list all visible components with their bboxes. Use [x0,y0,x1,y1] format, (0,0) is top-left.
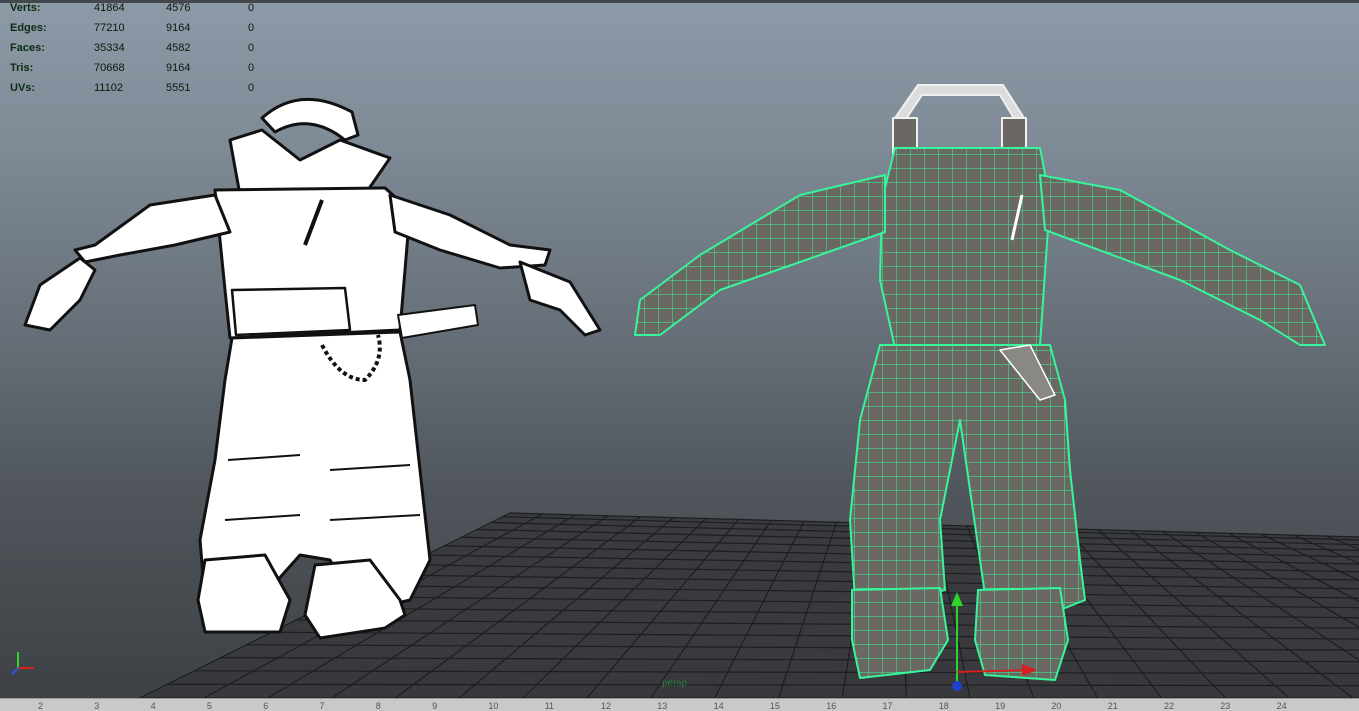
hud-row-verts: Verts: 41864 4576 0 [8,2,268,22]
hud-row-edges: Edges: 77210 9164 0 [8,22,268,42]
xyz-axis-icon [11,652,34,675]
ruler-tick-label: 23 [1220,701,1231,711]
hud-value-selected: 0 [248,42,255,54]
hud-row-tris: Tris: 70668 9164 0 [8,62,268,82]
hud-value-object: 9164 [166,22,191,34]
ruler-tick-label: 4 [150,701,156,711]
hud-value-selected: 0 [248,22,255,34]
hud-value-scene: 77210 [94,22,125,34]
hud-value-object: 4576 [166,2,191,14]
ruler-tick-label: 3 [94,701,100,711]
ruler-tick-label: 10 [488,701,499,711]
ruler-tick-label: 9 [432,701,438,711]
ruler-tick-label: 21 [1107,701,1118,711]
ruler-tick-label: 11 [544,701,555,711]
ruler-tick-label: 15 [769,701,780,711]
hud-label: Tris: [10,62,34,74]
hud-value-object: 9164 [166,62,191,74]
hud-value-scene: 41864 [94,2,125,14]
hud-row-faces: Faces: 35334 4582 0 [8,42,268,62]
ruler-tick-label: 16 [826,701,837,711]
hud-value-scene: 11102 [94,82,123,94]
ruler-tick-label: 17 [882,701,893,711]
ruler-tick-label: 18 [938,701,949,711]
ruler-tick-label: 14 [713,701,724,711]
ruler-tick-label: 6 [263,701,269,711]
ruler-tick-label: 24 [1276,701,1287,711]
hud-label: Faces: [10,42,45,54]
poly-count-hud: Verts: 41864 4576 0 Edges: 77210 9164 0 … [8,2,268,102]
hud-value-scene: 70668 [94,62,125,74]
hud-value-object: 5551 [166,82,191,94]
hud-value-object: 4582 [166,42,191,54]
ruler-tick-label: 19 [995,701,1006,711]
ruler-tick-label: 2 [38,701,44,711]
ruler-tick-label: 20 [1051,701,1062,711]
ruler-tick-label: 5 [206,701,212,711]
ruler-tick-label: 13 [657,701,668,711]
hud-value-selected: 0 [248,62,255,74]
camera-name-label: persp [662,678,688,689]
hud-value-scene: 35334 [94,42,125,54]
hud-label: UVs: [10,82,36,94]
ruler-tick-label: 7 [319,701,325,711]
hud-label: Edges: [10,22,47,34]
hud-value-selected: 0 [248,82,255,94]
time-slider-ruler[interactable]: 2 3 4 5 6 7 8 9 10 11 12 13 14 15 16 17 18 19 20 21 22 23 24 [0,698,1359,711]
hud-value-selected: 0 [248,2,255,14]
scene-canvas[interactable] [0,0,1359,698]
perspective-viewport[interactable]: Verts: 41864 4576 0 Edges: 77210 9164 0 … [0,0,1359,698]
ruler-tick-label: 8 [375,701,381,711]
ruler-tick-label: 22 [1164,701,1175,711]
hud-label: Verts: [10,2,41,14]
ruler-tick-label: 12 [601,701,612,711]
hud-row-uvs: UVs: 11102 5551 0 [8,82,268,102]
